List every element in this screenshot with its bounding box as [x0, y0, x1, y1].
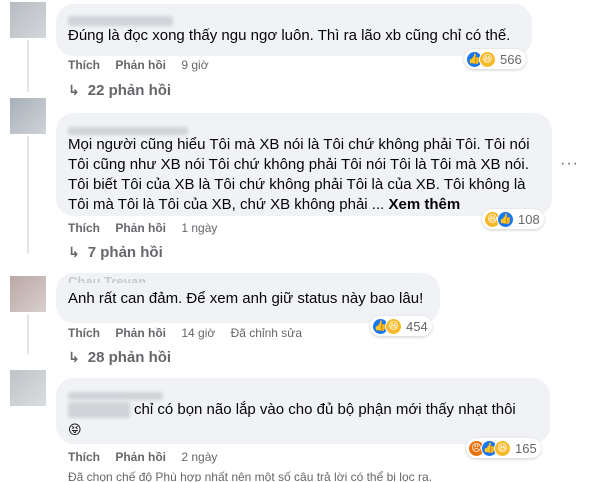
reaction-count: 454	[406, 318, 428, 334]
commenter-name[interactable]: Chau Trevan	[68, 275, 428, 283]
reply-button[interactable]: Phản hồi	[115, 221, 166, 235]
comment-bubble: chỉ có bọn não lắp vào cho đủ bộ phận mớ…	[56, 378, 550, 444]
more-options-icon[interactable]: ···	[560, 155, 579, 173]
like-button[interactable]: Thích	[68, 450, 100, 464]
replies-count: 22 phản hồi	[87, 82, 172, 99]
comment-text-row: chỉ có bọn não lắp vào cho đủ bộ phận mớ…	[68, 400, 538, 420]
reaction-count: 566	[500, 51, 522, 67]
comment-text: Đúng là đọc xong thấy ngu ngơ luôn. Thì …	[68, 27, 511, 44]
comment-bubble: Đúng là đọc xong thấy ngu ngơ luôn. Thì …	[56, 4, 532, 56]
avatar[interactable]	[10, 276, 46, 312]
like-button[interactable]: Thích	[68, 58, 100, 72]
reaction-summary[interactable]: 👍 😆 454	[370, 316, 432, 336]
reaction-summary[interactable]: 👍 😆 566	[464, 49, 526, 69]
haha-icon: 😆	[385, 317, 402, 335]
replies-count: 7 phản hồi	[87, 244, 163, 261]
reaction-count: 165	[515, 440, 537, 456]
like-button[interactable]: Thích	[68, 326, 100, 340]
reply-arrow-icon: ↳	[68, 349, 80, 365]
comment-text: Anh rất can đảm. Để xem anh giữ status n…	[68, 290, 424, 307]
timestamp[interactable]: 9 giờ	[181, 58, 208, 72]
view-replies-button[interactable]: ↳ 22 phản hồi	[68, 82, 171, 99]
edited-label: Đã chỉnh sửa	[230, 326, 302, 340]
blurred-mention	[68, 402, 130, 418]
reaction-count: 108	[518, 211, 540, 227]
comment-text: chỉ có bọn não lắp vào cho đủ bộ phận mớ…	[134, 401, 516, 418]
reply-arrow-icon: ↳	[68, 244, 80, 260]
avatar[interactable]	[10, 2, 46, 38]
like-icon: 👍	[497, 210, 514, 228]
comment-bubble: Mọi người cũng hiểu Tôi mà XB nói là Tôi…	[56, 113, 552, 216]
comment-actions: Thích Phản hồi 14 giờ Đã chỉnh sửa	[68, 326, 314, 340]
thread-line	[27, 136, 29, 254]
haha-icon: 😆	[479, 50, 496, 68]
like-button[interactable]: Thích	[68, 221, 100, 235]
timestamp[interactable]: 2 ngày	[181, 450, 217, 464]
comment-actions: Thích Phản hồi 1 ngày	[68, 221, 229, 235]
commenter-name[interactable]	[68, 386, 538, 400]
reaction-summary[interactable]: 😆 👍 108	[482, 209, 544, 229]
comment-actions: Thích Phản hồi 2 ngày	[68, 450, 229, 464]
comment-actions: Thích Phản hồi 9 giờ	[68, 58, 221, 72]
filter-note: Đã chọn chế độ Phù hợp nhất nên một số c…	[68, 470, 432, 482]
timestamp[interactable]: 14 giờ	[181, 326, 215, 340]
avatar[interactable]	[10, 370, 46, 406]
reply-button[interactable]: Phản hồi	[115, 326, 166, 340]
reply-arrow-icon: ↳	[68, 82, 80, 98]
commenter-name[interactable]	[68, 121, 540, 135]
thread-line	[27, 314, 29, 354]
emoji: 😝	[68, 422, 82, 437]
timestamp[interactable]: 1 ngày	[181, 221, 217, 235]
reply-button[interactable]: Phản hồi	[115, 450, 166, 464]
avatar[interactable]	[10, 98, 46, 134]
replies-count: 28 phản hồi	[87, 349, 172, 366]
see-more-link[interactable]: Xem thêm	[388, 196, 460, 213]
commenter-name[interactable]	[68, 12, 520, 26]
view-replies-button[interactable]: ↳ 7 phản hồi	[68, 244, 163, 261]
view-replies-button[interactable]: ↳ 28 phản hồi	[68, 349, 171, 366]
haha-icon: 😆	[494, 439, 511, 457]
reply-button[interactable]: Phản hồi	[115, 58, 166, 72]
thread-line	[27, 40, 29, 92]
comment-text: Mọi người cũng hiểu Tôi mà XB nói là Tôi…	[68, 136, 530, 213]
reaction-summary[interactable]: 😠 👍 😆 165	[466, 438, 541, 458]
